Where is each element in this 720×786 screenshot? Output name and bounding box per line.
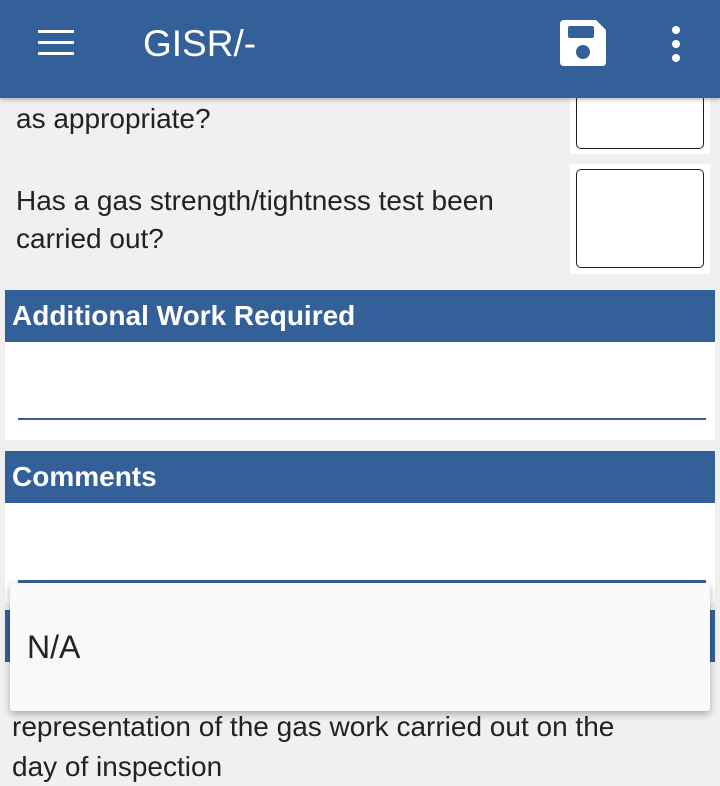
question-2-checkbox[interactable]	[576, 169, 704, 268]
declaration-text-line1: representation of the gas work carried o…	[12, 711, 615, 742]
comments-input[interactable]	[18, 537, 706, 583]
additional-work-input[interactable]	[18, 376, 706, 420]
additional-work-body	[5, 342, 715, 440]
question-1-text: as appropriate?	[16, 103, 211, 134]
hamburger-menu-icon[interactable]	[38, 30, 74, 56]
additional-work-header: Additional Work Required	[5, 290, 715, 342]
comments-header: Comments	[5, 451, 715, 503]
more-options-icon[interactable]	[668, 26, 684, 62]
declaration-text-line2: day of inspection	[12, 751, 223, 782]
question-2-text-line1: Has a gas strength/tightness test been	[16, 185, 494, 216]
save-icon[interactable]	[558, 18, 608, 68]
app-bar: GISR/-	[0, 0, 720, 98]
app-title: GISR/-	[143, 23, 257, 64]
question-2-checkbox-area	[570, 164, 710, 274]
suggestion-option-label: N/A	[27, 629, 81, 665]
question-1-checkbox-area	[570, 90, 710, 154]
question-2-text-line2: carried out?	[16, 223, 164, 254]
suggestion-dropdown: N/A	[10, 583, 710, 711]
question-1-checkbox[interactable]	[576, 90, 704, 149]
suggestion-option[interactable]: N/A	[10, 605, 710, 689]
